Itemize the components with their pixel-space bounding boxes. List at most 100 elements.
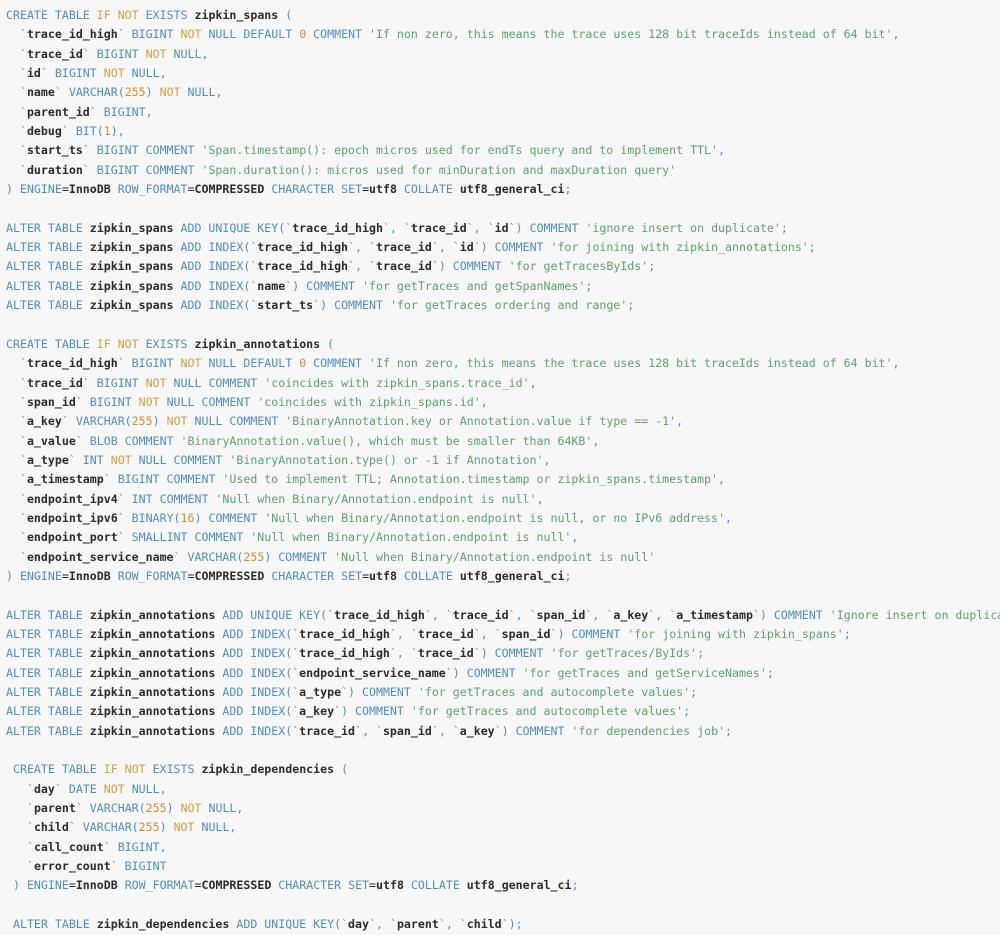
code-token-kw2: NOT (159, 85, 188, 100)
code-token-kw: BIT( (68, 124, 104, 139)
code-token-ident: trace_id_high (299, 646, 390, 661)
code-token-ident: error_count (33, 859, 111, 874)
code-token-tick: ` (19, 472, 27, 487)
code-token-kw: ALTER TABLE (6, 665, 90, 680)
code-line: `day` DATE NOT NULL, (6, 780, 1000, 799)
code-line: ALTER TABLE zipkin_spans ADD INDEX(`name… (6, 277, 1000, 296)
code-line: `error_count` BIGINT (6, 857, 1000, 876)
code-token-tick: ` (19, 66, 27, 81)
code-line: `start_ts` BIGINT COMMENT 'Span.timestam… (6, 141, 1000, 160)
code-token-ident: parent (396, 917, 439, 932)
code-token-kw: ; (564, 568, 572, 583)
code-token-tick: ` (494, 723, 502, 738)
code-token-kw: NULL COMMENT (138, 452, 230, 467)
code-token-kw: , (892, 27, 900, 42)
code-token-tick: ` (26, 839, 34, 854)
code-token-ident: COMPRESSED (194, 182, 265, 197)
code-line: `a_key` VARCHAR(255) NOT NULL COMMENT 'B… (6, 412, 1000, 431)
code-token-kw: ; (725, 723, 733, 738)
code-token-kw: , (355, 240, 369, 255)
code-token-kw: ; (843, 627, 851, 641)
code-token-tick: ` (382, 220, 390, 235)
code-token-ident: span_id (501, 627, 551, 641)
code-token-str: 'for getTraces and getSpanNames' (362, 278, 586, 293)
code-token-kw: ADD INDEX( (215, 627, 293, 641)
code-token-ident: trace_id_high (257, 259, 349, 274)
code-token-ident: span_id (26, 394, 76, 409)
sql-code-listing[interactable]: CREATE TABLE IF NOT EXISTS zipkin_spans … (0, 0, 1000, 935)
code-token-kw: ; (585, 278, 593, 293)
code-token-tick: ` (501, 917, 509, 932)
code-token-ident: start_ts (26, 143, 83, 158)
code-token-tick: ` (550, 627, 558, 641)
code-token-kw: NULL, (131, 66, 167, 81)
code-token-tick: ` (68, 820, 76, 835)
code-token-tick: ` (26, 859, 34, 874)
code-token-kw: COLLATE (403, 568, 453, 583)
code-token-ident: a_timestamp (26, 472, 104, 487)
code-token-ident: trace_id (299, 723, 356, 738)
code-token-kw: ) COMMENT (320, 298, 390, 313)
code-token-tick: ` (19, 356, 27, 371)
code-token-tick: ` (369, 259, 376, 274)
code-token-ident: zipkin_annotations (89, 646, 216, 661)
code-token-kw: ( (334, 762, 349, 777)
code-token-kw: ; (780, 220, 788, 235)
code-token-tick: ` (19, 27, 27, 42)
code-token-kw: BIGINT (82, 394, 139, 409)
code-token-tick: ` (389, 917, 397, 932)
code-line: CREATE TABLE IF NOT EXISTS zipkin_annota… (6, 335, 1000, 354)
code-token-kw: NULL COMMENT (166, 394, 258, 409)
code-token-tick: ` (438, 917, 446, 932)
code-token-kw: ( (320, 336, 335, 351)
code-token-ident: zipkin_dependencies (201, 762, 335, 777)
code-token-ident: trace_id (417, 627, 474, 641)
code-token-str: 'BinaryAnnotation.type() or -1 if Annota… (229, 452, 544, 467)
code-token-kw: ADD INDEX( (173, 278, 251, 293)
code-token-tick: ` (19, 530, 27, 545)
code-token-kw: INT (75, 452, 111, 467)
code-token-tick: ` (459, 917, 467, 932)
code-token-ident: zipkin_spans (89, 240, 174, 255)
code-line: `a_type` INT NOT NULL COMMENT 'BinaryAnn… (6, 451, 1000, 470)
code-token-kw: ALTER TABLE (6, 259, 90, 274)
code-token-kw: , (480, 627, 495, 641)
code-token-kw: DATE (61, 781, 104, 796)
code-token-kw: ) COMMENT (480, 240, 551, 255)
code-token-num: 255 (138, 820, 160, 835)
code-token-tick: ` (19, 452, 27, 467)
code-token-str: 'Null when Binary/Annotation.endpoint is… (250, 530, 572, 545)
code-token-tick: ` (61, 414, 69, 429)
code-token-kw: ROW_FORMAT (124, 878, 195, 893)
code-line: `a_timestamp` BIGINT COMMENT 'Used to im… (6, 470, 1000, 489)
code-token-kw: NULL, (208, 801, 244, 816)
code-token-kw: ENGINE (26, 878, 69, 893)
code-token-kw: ALTER TABLE (6, 685, 90, 700)
code-token-str: 'for joining with zipkin_spans' (627, 627, 844, 641)
code-token-kw: ), (110, 124, 125, 139)
code-token-kw: ; (571, 878, 579, 893)
code-token-ident: a_key (26, 414, 62, 429)
code-token-kw: ) (6, 568, 20, 583)
code-token-kw2: IF NOT (96, 8, 146, 22)
code-token-str: 'Used to implement TTL; Annotation.times… (222, 472, 718, 487)
code-token-kw: BIGINT (89, 46, 146, 61)
code-line: `span_id` BIGINT NOT NULL COMMENT 'coinc… (6, 393, 1000, 412)
code-token-plain: = (61, 568, 69, 583)
code-token-kw: , (655, 607, 670, 622)
code-token-tick: ` (466, 220, 474, 235)
code-token-tick: ` (103, 839, 111, 854)
code-token-tick: ` (348, 240, 356, 255)
code-line: ALTER TABLE zipkin_annotations ADD INDEX… (6, 722, 1000, 741)
